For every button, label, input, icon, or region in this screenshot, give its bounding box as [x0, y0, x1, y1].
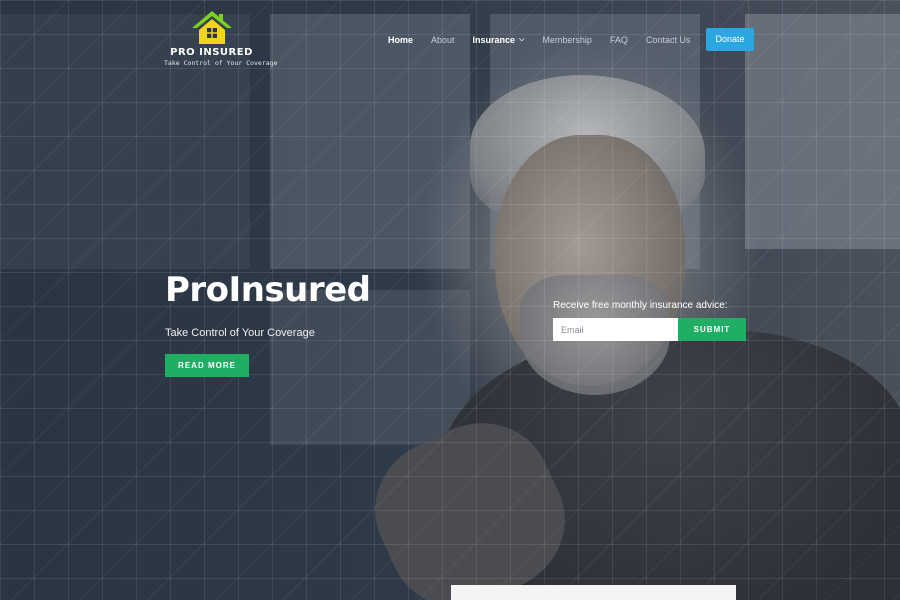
- nav-contact[interactable]: Contact Us: [646, 29, 691, 51]
- nav-home-label: Home: [388, 34, 414, 45]
- diagonal-overlay: [0, 0, 900, 600]
- nav-about-label: About: [431, 34, 455, 45]
- nav-about[interactable]: About: [431, 29, 455, 51]
- house-icon: [191, 11, 232, 44]
- nav-home[interactable]: Home: [388, 29, 413, 51]
- nav-membership-label: Membership: [542, 34, 592, 45]
- submit-button[interactable]: SUBMIT: [678, 318, 746, 341]
- newsletter-label: Receive free monthly insurance advice:: [553, 300, 728, 311]
- hero-section: PRO INSURED Take Control of Your Coverag…: [0, 0, 900, 600]
- nav-faq[interactable]: FAQ: [610, 29, 628, 51]
- hero-title: ProInsured: [165, 270, 371, 310]
- logo-title: PRO INSURED: [170, 47, 253, 58]
- email-input[interactable]: [553, 318, 678, 341]
- chevron-down-icon: ⌵: [519, 35, 525, 43]
- nav-contact-label: Contact Us: [645, 34, 691, 45]
- newsletter-form: SUBMIT: [553, 318, 746, 341]
- content-card-peek: [451, 585, 736, 600]
- read-more-button[interactable]: READ MORE: [165, 354, 249, 377]
- nav-insurance-label: Insurance: [472, 34, 516, 45]
- nav-faq-label: FAQ: [609, 34, 628, 45]
- main-nav: Home About Insurance ⌵ Membership FAQ Co…: [388, 28, 754, 51]
- nav-insurance[interactable]: Insurance ⌵: [473, 29, 525, 51]
- hero-subtitle: Take Control of Your Coverage: [165, 327, 315, 339]
- donate-button[interactable]: Donate: [706, 28, 754, 51]
- logo-tagline: Take Control of Your Coverage: [164, 59, 278, 67]
- site-logo[interactable]: PRO INSURED Take Control of Your Coverag…: [164, 10, 278, 67]
- nav-membership[interactable]: Membership: [542, 29, 592, 51]
